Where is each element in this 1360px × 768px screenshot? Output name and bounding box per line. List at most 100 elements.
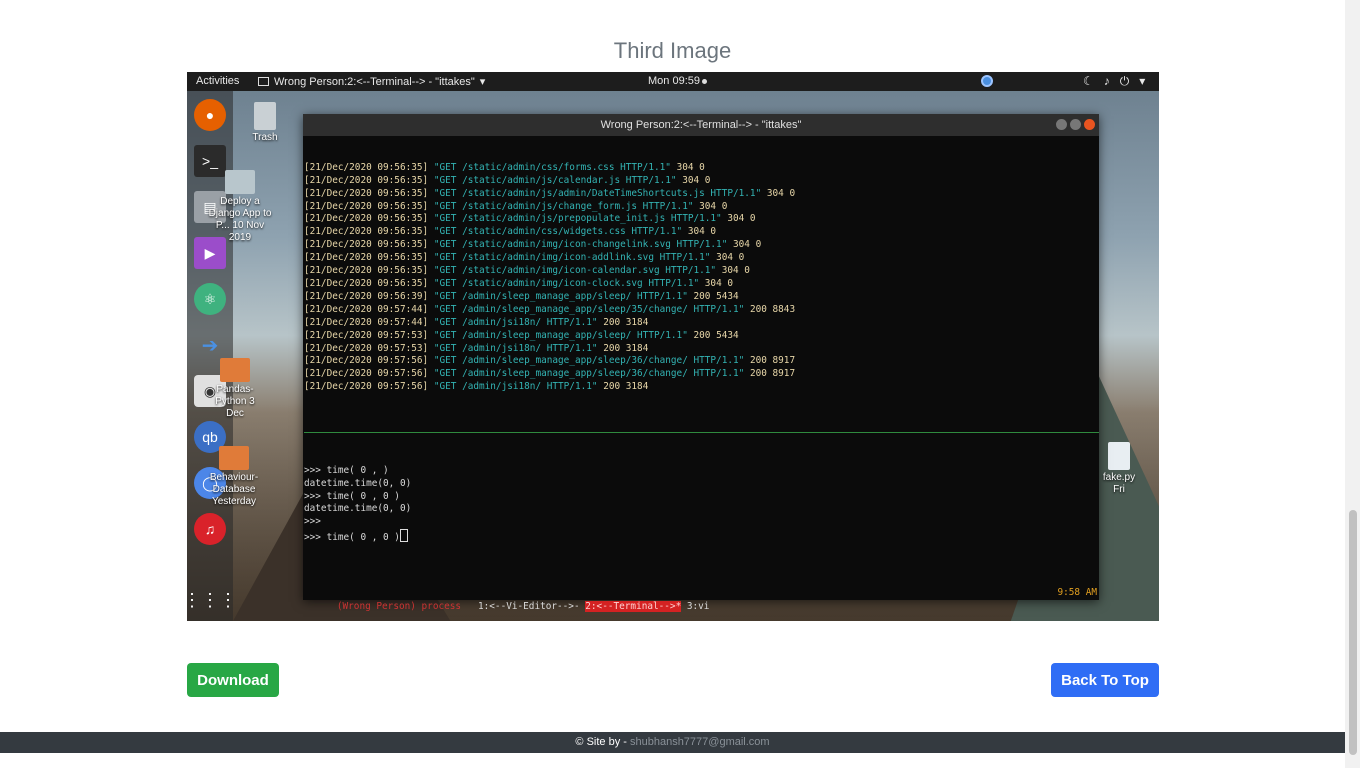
log-req: "GET /static/admin/img/icon-calendar.svg… xyxy=(433,265,717,277)
log-req: "GET /admin/sleep_manage_app/sleep/36/ch… xyxy=(433,368,745,380)
log-st: 304 0 xyxy=(721,265,750,277)
gnome-top-bar: Activities Wrong Person:2:<--Terminal-->… xyxy=(187,72,1159,91)
log-req: "GET /static/admin/css/widgets.css HTTP/… xyxy=(433,226,683,238)
log-st: 304 0 xyxy=(716,252,745,264)
app-menu-label: Wrong Person:2:<--Terminal--> - "ittakes… xyxy=(274,75,475,88)
activities-button[interactable]: Activities xyxy=(196,75,239,87)
log-st: 200 8843 xyxy=(749,303,796,315)
desktop-item-label: Behaviour-Database Yesterday xyxy=(209,472,259,507)
log-line: [21/Dec/2020 09:56:35] "GET /static/admi… xyxy=(304,278,1099,291)
folder-icon xyxy=(219,446,249,470)
desktop-item-behaviour-database[interactable]: Behaviour-Database Yesterday xyxy=(201,446,267,508)
log-req: "GET /static/admin/img/icon-clock.svg HT… xyxy=(433,277,700,289)
log-line: [21/Dec/2020 09:57:53] "GET /admin/sleep… xyxy=(304,330,1099,343)
window-controls xyxy=(1056,119,1095,130)
maximize-icon[interactable] xyxy=(1070,119,1081,130)
app-menu[interactable]: Wrong Person:2:<--Terminal--> - "ittakes… xyxy=(258,75,485,88)
desktop-item-deploy-django[interactable]: Deploy a Django App to P... 10 Nov 2019 xyxy=(205,170,275,244)
log-req: "GET /static/admin/css/forms.css HTTP/1.… xyxy=(433,161,671,173)
footer-credit: © Site by - xyxy=(575,736,630,748)
minimize-icon[interactable] xyxy=(1056,119,1067,130)
log-ts: [21/Dec/2020 09:57:56] xyxy=(304,368,429,380)
log-req: "GET /static/admin/js/change_form.js HTT… xyxy=(433,200,694,212)
log-st: 304 0 xyxy=(676,161,705,173)
footer-email-link[interactable]: shubhansh7777@gmail.com xyxy=(630,736,770,748)
log-req: "GET /admin/sleep_manage_app/sleep/35/ch… xyxy=(433,303,745,315)
log-line: [21/Dec/2020 09:57:56] "GET /admin/sleep… xyxy=(304,368,1099,381)
tmux-window-1[interactable]: 1:<--Vi-Editor-->- xyxy=(478,601,580,612)
audacity-icon[interactable]: ♫ xyxy=(194,513,226,545)
log-req: "GET /admin/sleep_manage_app/sleep/ HTTP… xyxy=(433,290,688,302)
power-icon: ⏻ xyxy=(1119,74,1130,88)
back-to-top-button[interactable]: Back To Top xyxy=(1051,663,1159,697)
deploy-arrow-icon[interactable]: ➔ xyxy=(194,329,226,361)
log-ts: [21/Dec/2020 09:56:35] xyxy=(304,226,429,238)
text-cursor xyxy=(399,529,408,543)
desktop-item-label: fake.py Fri xyxy=(1102,472,1136,495)
log-line: [21/Dec/2020 09:57:56] "GET /admin/sleep… xyxy=(304,355,1099,368)
chrome-tray-icon[interactable] xyxy=(981,75,993,87)
desktop-item-fake-py[interactable]: fake.py Fri xyxy=(1097,442,1141,496)
scrollbar-thumb[interactable] xyxy=(1349,510,1357,755)
tmux-window-3[interactable]: 3:vi xyxy=(687,601,710,612)
firefox-icon[interactable]: ● xyxy=(194,99,226,131)
log-st: 304 0 xyxy=(699,200,728,212)
system-tray[interactable]: ☾ ♪ ⏻ ▾ xyxy=(1083,74,1145,89)
log-st: 200 8917 xyxy=(749,355,796,367)
repl-line: datetime.time(0, 0) xyxy=(304,503,412,515)
log-line: [21/Dec/2020 09:56:35] "GET /static/admi… xyxy=(304,201,1099,214)
log-st: 200 8917 xyxy=(749,368,796,380)
log-st: 200 3184 xyxy=(603,316,649,328)
trash-icon xyxy=(254,102,276,130)
log-ts: [21/Dec/2020 09:56:35] xyxy=(304,277,429,289)
log-line: [21/Dec/2020 09:56:35] "GET /static/admi… xyxy=(304,226,1099,239)
page-scrollbar[interactable] xyxy=(1345,0,1360,768)
log-ts: [21/Dec/2020 09:56:35] xyxy=(304,161,429,173)
log-st: 200 5434 xyxy=(693,329,739,341)
tmux-status-bar: (Wrong Person) process 1:<--Vi-Editor-->… xyxy=(303,586,1099,612)
footer: © Site by - shubhansh7777@gmail.com xyxy=(0,732,1345,753)
folder-icon xyxy=(220,358,250,382)
log-ts: [21/Dec/2020 09:57:56] xyxy=(304,381,429,393)
log-line: [21/Dec/2020 09:57:44] "GET /admin/jsi18… xyxy=(304,317,1099,330)
log-st: 200 3184 xyxy=(603,342,649,354)
log-ts: [21/Dec/2020 09:56:35] xyxy=(304,200,429,212)
log-ts: [21/Dec/2020 09:56:35] xyxy=(304,265,429,277)
log-st: 304 0 xyxy=(682,174,711,186)
desktop-item-trash[interactable]: Trash xyxy=(245,102,285,144)
terminal-window[interactable]: Wrong Person:2:<--Terminal--> - "ittakes… xyxy=(303,114,1099,612)
tmux-window-2[interactable]: 2:<--Terminal-->* xyxy=(585,601,682,612)
status-time: 9:58 AM xyxy=(1057,587,1097,598)
log-req: "GET /admin/sleep_manage_app/sleep/36/ch… xyxy=(433,355,745,367)
log-line: [21/Dec/2020 09:56:35] "GET /static/admi… xyxy=(304,252,1099,265)
volume-icon: ♪ xyxy=(1103,74,1110,88)
repl-line: >>> time( 0 , 0 ) xyxy=(304,490,400,502)
video-file-icon xyxy=(225,170,255,194)
terminal-titlebar[interactable]: Wrong Person:2:<--Terminal--> - "ittakes… xyxy=(303,114,1099,136)
log-line: [21/Dec/2020 09:56:35] "GET /static/admi… xyxy=(304,213,1099,226)
atom-icon[interactable]: ⚛ xyxy=(194,283,226,315)
desktop-item-pandas-python[interactable]: Pandas-Python 3 Dec xyxy=(207,358,263,420)
log-req: "GET /admin/sleep_manage_app/sleep/ HTTP… xyxy=(433,329,688,341)
chevron-down-icon: ▾ xyxy=(479,76,486,88)
log-st: 304 0 xyxy=(704,277,734,289)
log-req: "GET /static/admin/img/icon-addlink.svg … xyxy=(433,252,711,264)
top-bar-clock[interactable]: Mon 09:59 xyxy=(648,75,707,87)
log-req: "GET /static/admin/js/prepopulate_init.j… xyxy=(433,213,722,225)
show-apps-grid-icon[interactable]: ⋮⋮⋮ xyxy=(187,584,237,616)
log-req: "GET /static/admin/js/admin/DateTimeShor… xyxy=(433,187,762,199)
log-ts: [21/Dec/2020 09:56:35] xyxy=(304,187,429,199)
log-line: [21/Dec/2020 09:56:35] "GET /static/admi… xyxy=(304,239,1099,252)
terminal-body[interactable]: [21/Dec/2020 09:56:35] "GET /static/admi… xyxy=(303,136,1099,571)
log-line: [21/Dec/2020 09:56:35] "GET /static/admi… xyxy=(304,188,1099,201)
log-ts: [21/Dec/2020 09:57:44] xyxy=(304,303,429,315)
log-req: "GET /admin/jsi18n/ HTTP/1.1" xyxy=(433,316,598,328)
log-ts: [21/Dec/2020 09:56:39] xyxy=(304,290,429,302)
log-st: 304 0 xyxy=(727,213,756,225)
close-icon[interactable] xyxy=(1084,119,1095,130)
repl-line: >>> xyxy=(304,516,321,528)
download-button[interactable]: Download xyxy=(187,663,279,697)
log-st: 200 3184 xyxy=(603,381,649,393)
log-line: [21/Dec/2020 09:57:56] "GET /admin/jsi18… xyxy=(304,381,1099,394)
repl-line: >>> time( 0 , ) xyxy=(304,464,389,476)
